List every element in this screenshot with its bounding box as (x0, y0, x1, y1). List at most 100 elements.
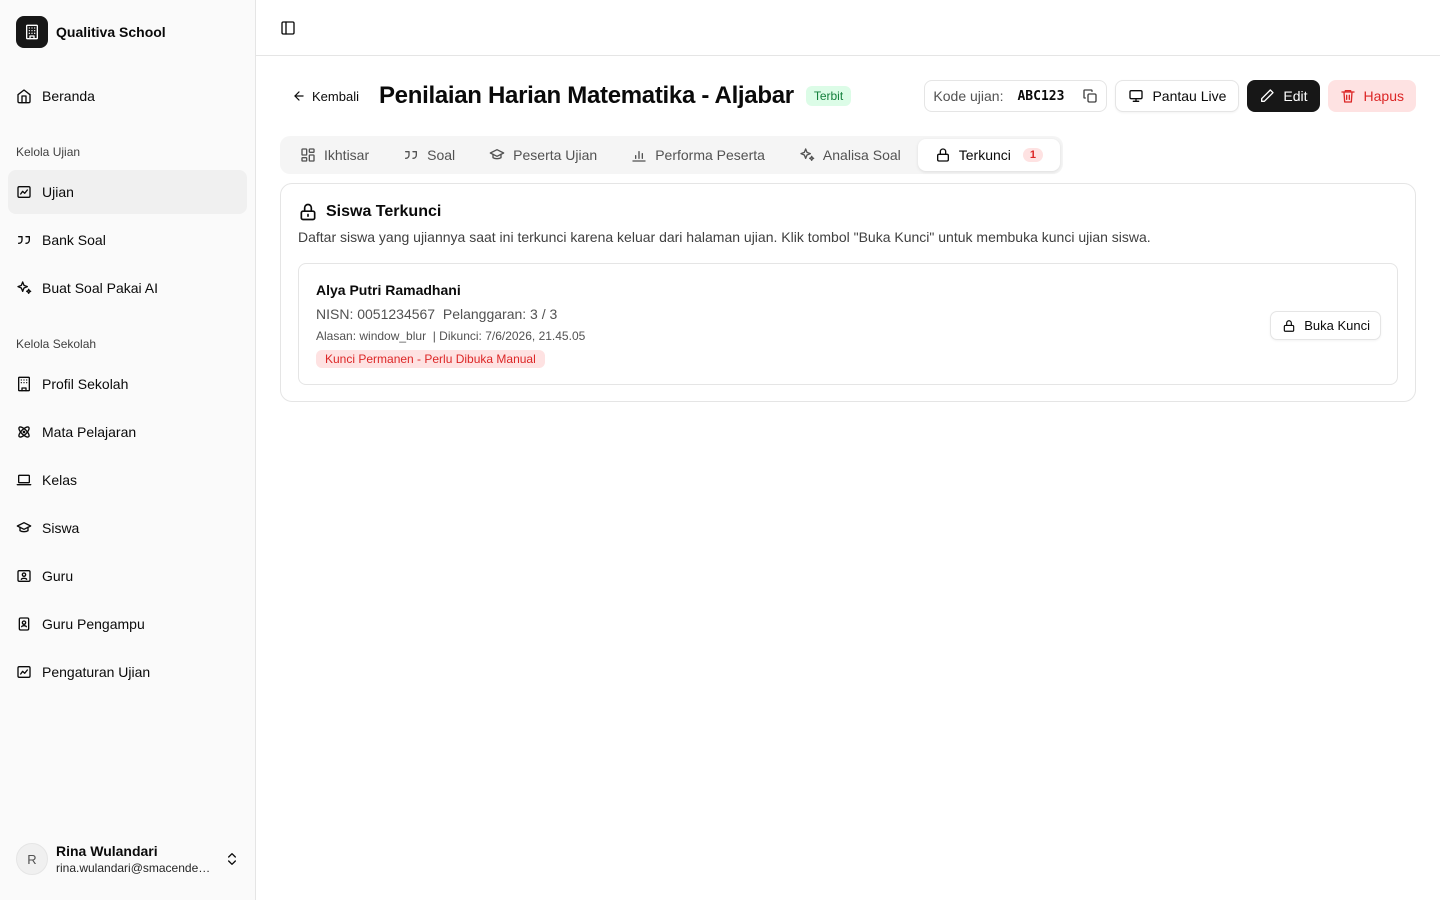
sidebar-item-label: Mata Pelajaran (42, 424, 137, 440)
card-description: Daftar siswa yang ujiannya saat ini terk… (298, 229, 1151, 245)
tab-bar: Ikhtisar Soal Peserta Ujian Performa Pes… (280, 136, 1064, 174)
sidebar-item-bank-soal[interactable]: Bank Soal (8, 218, 247, 262)
layout-dashboard-icon (301, 148, 315, 162)
back-label: Kembali (312, 88, 359, 104)
lock-open-icon (1283, 319, 1295, 332)
tab-label: Terkunci (958, 147, 1011, 163)
sidebar-item-guru-pengampu[interactable]: Guru Pengampu (8, 602, 247, 646)
contact-icon (18, 617, 30, 631)
sparkles-icon (17, 281, 32, 294)
sidebar-item-label: Beranda (42, 88, 95, 104)
sidebar-item-profil-sekolah[interactable]: Profil Sekolah (8, 362, 247, 406)
copy-icon (1083, 89, 1098, 103)
sidebar-item-pengaturan-ujian[interactable]: Pengaturan Ujian (8, 650, 247, 694)
student-lock-reason: Alasan: window_blur | Dikunci: 7/6/2026,… (316, 329, 586, 343)
graduation-cap-icon (489, 149, 505, 160)
monitor-icon (1129, 90, 1144, 102)
exam-code-label: Kode ujian: (933, 88, 1004, 104)
home-icon (17, 89, 31, 104)
tab-peserta-ujian[interactable]: Peserta Ujian (472, 139, 614, 171)
brand-name: Qualitiva School (56, 24, 166, 40)
sidebar-item-label: Ujian (42, 184, 74, 200)
user-name: Rina Wulandari (56, 843, 158, 859)
laptop-icon (16, 474, 32, 486)
brand[interactable]: Qualitiva School (16, 16, 166, 48)
quote-icon (405, 151, 418, 159)
permanent-lock-badge: Kunci Permanen - Perlu Dibuka Manual (316, 350, 545, 368)
tab-label: Performa Peserta (655, 147, 765, 163)
panel-left-icon (281, 20, 295, 35)
locked-students-card: Siswa Terkunci Daftar siswa yang ujianny… (280, 183, 1416, 402)
trash-icon (1340, 90, 1355, 103)
user-menu[interactable]: R Rina Wulandari rina.wulandari@smacende… (16, 842, 240, 876)
tab-ikhtisar[interactable]: Ikhtisar (283, 139, 386, 171)
quote-icon (18, 236, 30, 244)
school-building-icon (16, 16, 48, 48)
avatar: R (16, 843, 48, 875)
lock-icon (300, 203, 316, 221)
unlock-label: Buka Kunci (1304, 318, 1370, 333)
sparkles-icon (800, 148, 815, 161)
sidebar-item-buat-soal-ai[interactable]: Buat Soal Pakai AI (8, 266, 247, 310)
pencil-icon (1261, 89, 1275, 102)
exam-code-value: ABC123 (1017, 88, 1065, 104)
copy-code-button[interactable] (1082, 88, 1098, 104)
sidebar-toggle-button[interactable] (274, 14, 302, 42)
card-title: Siswa Terkunci (326, 203, 442, 220)
settings-chart-icon (17, 666, 31, 678)
student-name: Alya Putri Ramadhani (316, 282, 461, 298)
back-button[interactable]: Kembali (280, 80, 371, 112)
teacher-icon (17, 570, 31, 582)
tab-label: Peserta Ujian (513, 147, 598, 163)
delete-button[interactable]: Hapus (1327, 80, 1416, 112)
sidebar-group-label: Kelola Sekolah (16, 337, 97, 351)
tab-label: Ikhtisar (324, 147, 370, 163)
live-monitor-button[interactable]: Pantau Live (1115, 80, 1240, 112)
edit-button[interactable]: Edit (1247, 80, 1320, 112)
status-badge: Terbit (805, 86, 852, 106)
student-meta: NISN: 0051234567 Pelanggaran: 3 / 3 (316, 306, 558, 322)
tab-terkunci[interactable]: Terkunci 1 (917, 139, 1061, 171)
list-item: Alya Putri Ramadhani NISN: 0051234567 Pe… (298, 263, 1398, 385)
tab-soal[interactable]: Soal (386, 139, 472, 171)
sidebar-item-mata-pelajaran[interactable]: Mata Pelajaran (8, 410, 247, 454)
arrow-left-icon (294, 91, 304, 101)
page-header: Kembali Penilaian Harian Matematika - Al… (280, 80, 1416, 112)
sidebar-item-label: Guru Pengampu (42, 616, 145, 632)
atom-icon (18, 426, 30, 438)
live-monitor-label: Pantau Live (1152, 88, 1227, 104)
unlock-button[interactable]: Buka Kunci (1270, 311, 1381, 340)
sidebar: Qualitiva School Beranda Kelola Ujian Uj… (0, 0, 256, 900)
sidebar-item-label: Profil Sekolah (42, 376, 129, 392)
sidebar-item-siswa[interactable]: Siswa (8, 506, 247, 550)
tab-performa-peserta[interactable]: Performa Peserta (614, 139, 782, 171)
sidebar-item-label: Guru (42, 568, 74, 584)
chevrons-up-down-icon (228, 853, 236, 865)
bar-chart-icon (632, 151, 646, 162)
sidebar-item-guru[interactable]: Guru (8, 554, 247, 598)
exam-icon (17, 186, 31, 198)
topbar (256, 0, 1440, 56)
sidebar-item-label: Pengaturan Ujian (42, 664, 151, 680)
sidebar-item-beranda[interactable]: Beranda (8, 74, 247, 118)
user-email: rina.wulandari@smacendekia.sch.id (56, 861, 216, 875)
sidebar-item-kelas[interactable]: Kelas (8, 458, 247, 502)
sidebar-item-label: Siswa (42, 520, 80, 536)
exam-code-box: Kode ujian: ABC123 (924, 80, 1108, 112)
sidebar-item-label: Kelas (42, 472, 78, 488)
main-content: Kembali Penilaian Harian Matematika - Al… (256, 0, 1440, 900)
graduation-cap-icon (16, 522, 32, 533)
sidebar-item-label: Buat Soal Pakai AI (42, 280, 158, 296)
tab-label: Analisa Soal (822, 147, 901, 163)
sidebar-item-label: Bank Soal (42, 232, 106, 248)
sidebar-item-ujian[interactable]: Ujian (8, 170, 247, 214)
tab-analisa-soal[interactable]: Analisa Soal (782, 139, 918, 171)
sidebar-group-label: Kelola Ujian (16, 145, 81, 159)
edit-label: Edit (1283, 88, 1308, 104)
lock-icon (936, 148, 949, 162)
delete-label: Hapus (1363, 88, 1404, 104)
building-icon (18, 376, 30, 392)
locked-count-badge: 1 (1022, 148, 1044, 162)
tab-label: Soal (427, 147, 456, 163)
page-title: Penilaian Harian Matematika - Aljabar (378, 82, 794, 109)
